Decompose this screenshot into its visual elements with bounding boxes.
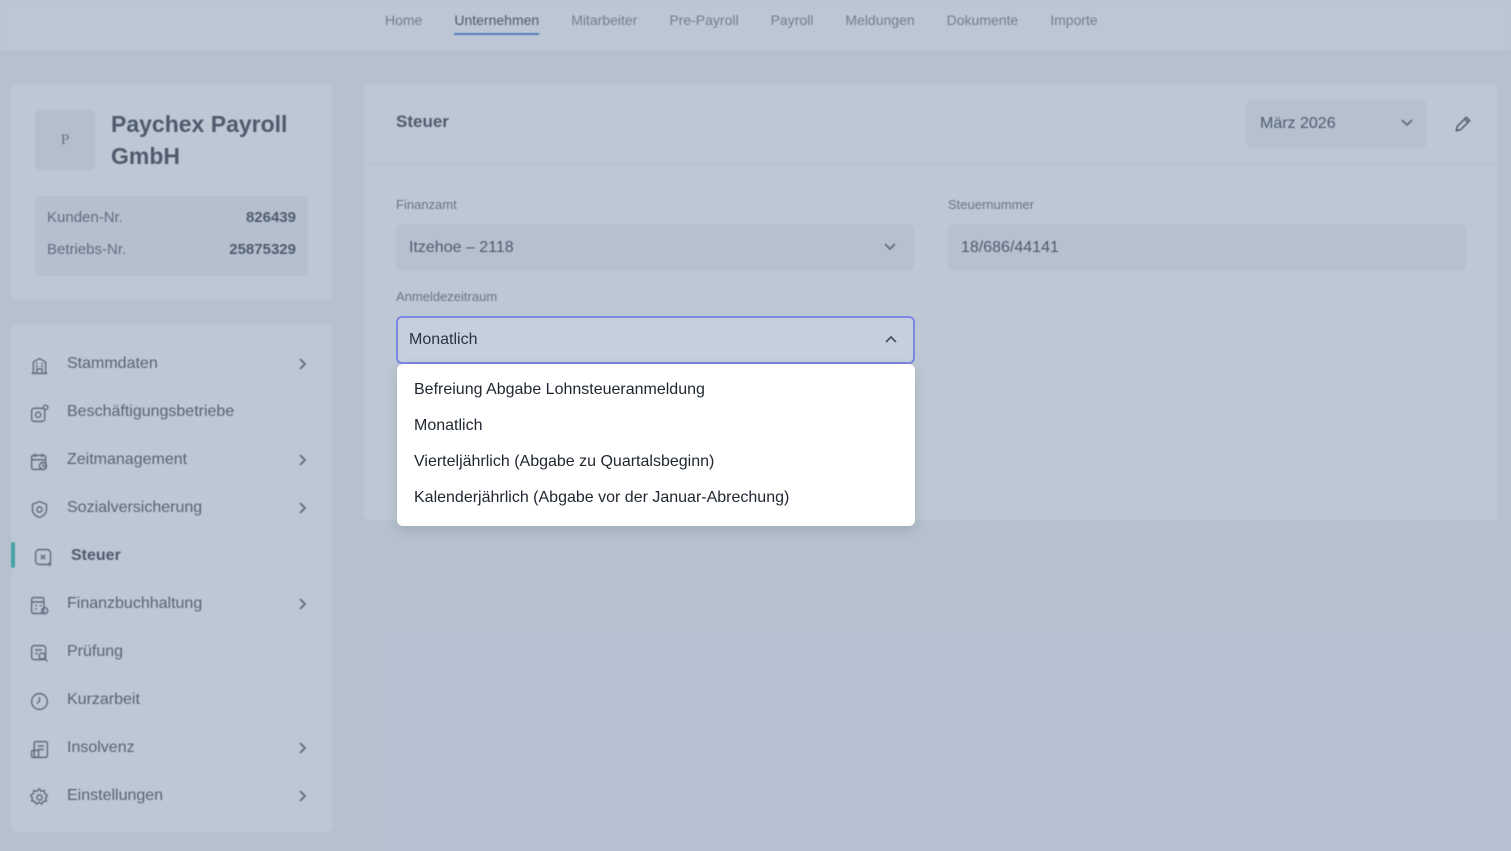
dropdown-option-monatlich[interactable]: Monatlich — [397, 408, 915, 444]
anmeldezeitraum-value: Monatlich — [409, 331, 478, 348]
chevron-up-icon — [885, 335, 897, 343]
anmeldezeitraum-dropdown: Befreiung Abgabe Lohnsteueranmeldung Mon… — [397, 364, 915, 526]
dropdown-option-vierteljaehrlich[interactable]: Vierteljährlich (Abgabe zu Quartalsbegin… — [397, 444, 915, 480]
dropdown-option-befreiung[interactable]: Befreiung Abgabe Lohnsteueranmeldung — [397, 372, 915, 408]
dropdown-option-kalenderjaehrlich[interactable]: Kalenderjährlich (Abgabe vor der Januar-… — [397, 480, 915, 516]
anmeldezeitraum-select[interactable]: Monatlich — [396, 316, 915, 364]
